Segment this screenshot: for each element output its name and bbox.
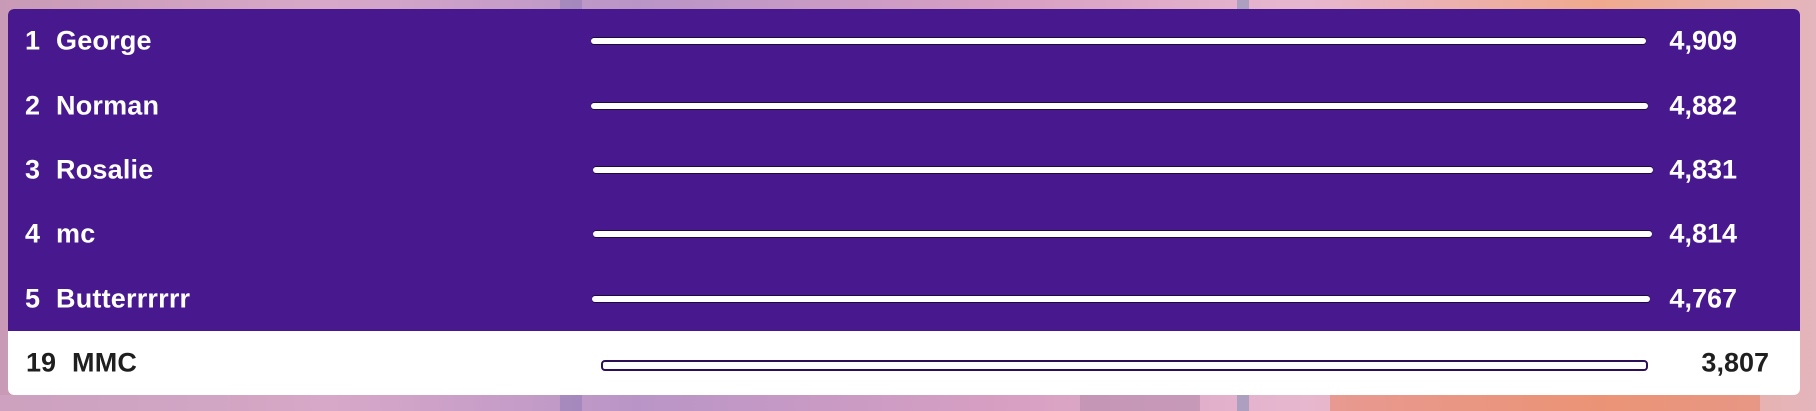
- leaderboard-top-list: 1 George 4,909 2 Norman 4,882 3 Rosalie …: [8, 9, 1800, 331]
- score-value: 4,767: [1669, 283, 1737, 314]
- leaderboard-panel: 1 George 4,909 2 Norman 4,882 3 Rosalie …: [8, 9, 1800, 395]
- rank-number: 2: [24, 90, 40, 121]
- score-value: 4,831: [1669, 154, 1737, 185]
- score-track: [591, 102, 1648, 109]
- leaderboard-row: 3 Rosalie 4,831: [8, 138, 1800, 202]
- rank-number: 5: [24, 283, 40, 314]
- player-name: mc: [56, 218, 96, 249]
- player-name: Butterrrrrr: [56, 283, 191, 314]
- rank-number: 3: [24, 154, 40, 185]
- score-value: 4,909: [1669, 25, 1737, 56]
- score-track: [601, 359, 1648, 371]
- score-value: 3,807: [1701, 347, 1769, 378]
- rank-number: 1: [24, 25, 40, 56]
- score-track: [592, 295, 1650, 302]
- rank-number: 4: [24, 218, 40, 249]
- score-track: [591, 38, 1646, 45]
- leaderboard-row: 5 Butterrrrrr 4,767: [8, 267, 1800, 331]
- rank-number: 19: [25, 347, 56, 378]
- score-value: 4,814: [1669, 218, 1737, 249]
- background-shape: [1080, 395, 1200, 411]
- leaderboard-row: 2 Norman 4,882: [8, 73, 1800, 137]
- player-name: George: [56, 25, 152, 56]
- player-name: Norman: [56, 90, 160, 121]
- leaderboard-row: 4 mc 4,814: [8, 202, 1800, 266]
- score-track: [593, 231, 1652, 238]
- player-name: Rosalie: [56, 154, 154, 185]
- score-track: [593, 166, 1653, 173]
- current-player-row: 19 MMC 3,807: [8, 331, 1800, 395]
- leaderboard-row: 1 George 4,909: [8, 9, 1800, 73]
- background-shape: [0, 395, 230, 411]
- player-name: MMC: [72, 347, 138, 378]
- score-value: 4,882: [1669, 90, 1737, 121]
